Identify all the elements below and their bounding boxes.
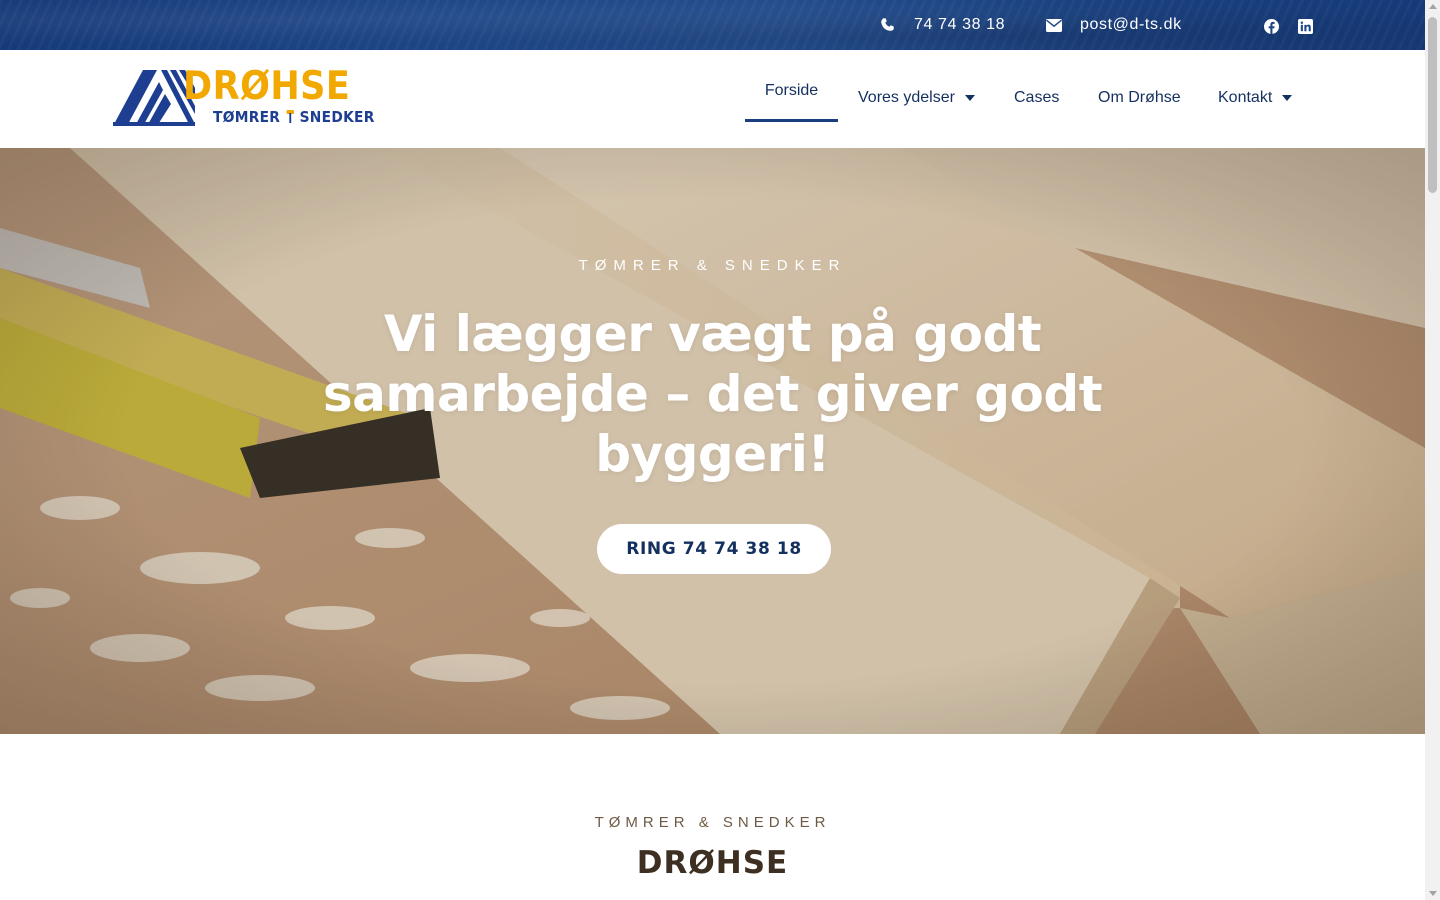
topbar-email-text: post@d-ts.dk <box>1080 16 1182 33</box>
hero-section: TØMRER & SNEDKER Vi lægger vægt på godt … <box>0 148 1425 734</box>
facebook-icon[interactable] <box>1263 18 1279 34</box>
scroll-down-arrow-icon[interactable] <box>1429 891 1437 896</box>
caret-down-icon <box>1282 95 1293 101</box>
hammer-icon <box>285 110 294 123</box>
logo-sub-left: TØMRER <box>213 108 281 126</box>
topbar-phone-text: 74 74 38 18 <box>914 16 1006 33</box>
linkedin-icon[interactable] <box>1297 18 1313 34</box>
nav-item-om-drohse[interactable]: Om Drøhse <box>1098 63 1181 133</box>
logo-wordmark: DRØHSE <box>183 64 351 109</box>
phone-icon <box>881 18 894 31</box>
site-header: DRØHSE TØMRER SNEDKER Forside Vores ydel… <box>0 50 1425 148</box>
logo-sub-right: SNEDKER <box>299 108 375 126</box>
nav-label-vores-ydelser: Vores ydelser <box>858 89 955 106</box>
topbar-phone-link[interactable]: 74 74 38 18 <box>880 0 1005 50</box>
envelope-icon <box>1046 18 1062 32</box>
top-bar: 74 74 38 18 post@d-ts.dk <box>0 0 1425 50</box>
hero-eyebrow: TØMRER & SNEDKER <box>578 257 847 274</box>
caret-down-icon <box>964 95 975 101</box>
nav-item-forside[interactable]: Forside <box>745 63 838 122</box>
topbar-email-link[interactable]: post@d-ts.dk <box>1046 0 1182 50</box>
call-button[interactable]: RING 74 74 38 18 <box>597 524 831 574</box>
nav-label-om-drohse: Om Drøhse <box>1098 89 1181 106</box>
section-title: DRØHSE <box>636 845 789 881</box>
nav-item-cases[interactable]: Cases <box>1014 63 1059 133</box>
section-eyebrow: TØMRER & SNEDKER <box>594 814 831 831</box>
nav-item-kontakt[interactable]: Kontakt <box>1218 63 1293 133</box>
page-scrollbar[interactable] <box>1425 0 1440 900</box>
site-logo[interactable]: DRØHSE TØMRER SNEDKER <box>113 64 374 128</box>
nav-label-kontakt: Kontakt <box>1218 89 1273 106</box>
scrollbar-thumb[interactable] <box>1428 17 1437 193</box>
nav-item-vores-ydelser[interactable]: Vores ydelser <box>858 63 975 133</box>
scroll-up-arrow-icon[interactable] <box>1429 4 1437 9</box>
logo-subtitle: TØMRER SNEDKER <box>213 108 375 126</box>
hero-title: Vi lægger vægt på godt samarbejde – det … <box>322 305 1103 483</box>
nav-label-forside: Forside <box>764 82 819 99</box>
nav-label-cases: Cases <box>1014 89 1060 106</box>
